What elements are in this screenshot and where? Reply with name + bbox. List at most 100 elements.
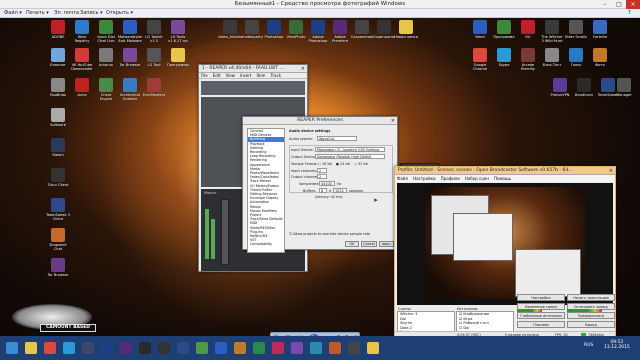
input-channels-field[interactable]: 2 xyxy=(317,168,327,173)
desktop-icon[interactable]: Программа xyxy=(492,20,516,48)
taskbar-app-icon[interactable] xyxy=(63,342,75,354)
desktop-icon[interactable]: Google Chrome xyxy=(468,48,492,76)
desktop-icon[interactable]: Wise Registry Cleaner xyxy=(70,20,94,48)
desktop-icon[interactable]: Пробник xyxy=(46,78,70,106)
obs-menu-scenes[interactable]: Набор сцен xyxy=(465,176,489,181)
obs-button[interactable]: Выход xyxy=(567,321,615,328)
obs-menu-settings[interactable]: Настройки xyxy=(413,176,436,181)
input-device-select[interactable]: Микрофон (2- Logitech G35 Gaming xyxy=(315,147,385,152)
desktop-icon[interactable]: Скриншоты xyxy=(372,20,396,48)
desktop-icon[interactable]: Fortnite xyxy=(588,20,612,48)
obs-button[interactable]: Настройки xyxy=(517,294,565,301)
desktop-icon[interactable]: Word xyxy=(468,20,492,48)
menu-file[interactable]: Файл ▾ xyxy=(4,10,22,16)
taskbar-app-icon[interactable] xyxy=(272,342,284,354)
desktop-icon[interactable]: Steam xyxy=(46,138,70,166)
clock[interactable]: 09:52 13.12.2015 xyxy=(604,340,630,350)
desktop-icon[interactable]: Elder Scrolls xyxy=(564,20,588,48)
master-fader[interactable] xyxy=(221,199,229,265)
buffer-size-field[interactable]: 1024 xyxy=(333,188,347,193)
desktop-icon[interactable]: Autorun xyxy=(94,48,118,76)
help-icon[interactable]: ? xyxy=(628,10,631,16)
desktop-icon[interactable]: Photoshop xyxy=(262,20,286,48)
menu-email[interactable]: Эл. почта xyxy=(54,10,79,16)
obs-button[interactable]: Начать трансляцию xyxy=(567,294,615,301)
desktop-icon[interactable]: Manager xyxy=(612,78,636,106)
desktop-icon[interactable]: Блокнот xyxy=(46,48,70,76)
desktop-icon[interactable]: TeamSpeak 3 Client xyxy=(46,198,70,226)
buffers-field[interactable]: 8 xyxy=(319,188,327,193)
format-24bit[interactable]: ● 24 bit xyxy=(336,162,350,166)
taskbar-app-icon[interactable] xyxy=(6,342,18,354)
taskbar-app-icon[interactable] xyxy=(177,342,189,354)
desktop-icon[interactable]: Сохранение xyxy=(350,20,374,48)
taskbar-app-icon[interactable] xyxy=(196,342,208,354)
reaper-menu-file[interactable]: File xyxy=(201,73,208,78)
desktop-icon[interactable]: Adobe Premiere xyxy=(328,20,352,48)
language-indicator[interactable]: RUS xyxy=(584,343,593,348)
close-icon[interactable]: × xyxy=(391,117,395,124)
desktop-icon[interactable]: Tor Browser xyxy=(118,48,142,76)
obs-preview[interactable] xyxy=(397,183,613,305)
preferences-tree-item[interactable]: Compatibility xyxy=(248,242,284,246)
menu-burn[interactable]: Запись ▾ xyxy=(80,10,103,16)
output-channels-field[interactable]: 2 xyxy=(317,174,327,179)
taskbar-app-icon[interactable] xyxy=(253,342,265,354)
desktop-icon[interactable]: 4K YouTube Downloader xyxy=(70,48,94,76)
close-button[interactable]: × xyxy=(626,0,640,9)
taskbar-app-icon[interactable] xyxy=(329,342,341,354)
minimize-button[interactable]: – xyxy=(598,0,612,9)
obs-button[interactable]: Плагины xyxy=(517,321,565,328)
reaper-menu-item[interactable]: Item xyxy=(256,73,265,78)
taskbar-app-icon[interactable] xyxy=(82,342,94,354)
desktop-icon[interactable]: Screenshot Grabber xyxy=(118,78,142,106)
preferences-tree[interactable]: General MIDI Devices Buffering Playback Seek… xyxy=(247,128,285,253)
desktop-icon[interactable]: RU xyxy=(516,20,540,48)
reaper-menu-insert[interactable]: Insert xyxy=(240,73,251,78)
output-device-select[interactable]: Динамики (Realtek High Definit xyxy=(315,154,385,159)
taskbar-app-icon[interactable] xyxy=(291,342,303,354)
desktop-icon[interactable]: Tukui Client xyxy=(46,168,70,196)
taskbar-app-icon[interactable] xyxy=(25,342,37,354)
desktop-icon[interactable]: Bandicam xyxy=(572,78,596,106)
desktop-icon[interactable]: Фото xyxy=(588,48,612,76)
obs-menu-help[interactable]: Помощь xyxy=(494,176,511,181)
desktop-icon[interactable]: Tor Browser xyxy=(46,258,70,286)
desktop-icon[interactable]: LG Toolkit v1.5 xyxy=(142,20,166,48)
desktop-icon[interactable]: Malwarebytes Anti-Malware xyxy=(118,20,142,48)
desktop-icon[interactable]: The Witcher 3 Wild Hunt xyxy=(540,20,564,48)
preferences-window[interactable]: REAPER Preferences × General MIDI Devices B… xyxy=(242,116,398,253)
reaper-menu-view[interactable]: View xyxy=(225,73,235,78)
taskbar-app-icon[interactable] xyxy=(310,342,322,354)
samplerate-field[interactable]: 44100 xyxy=(319,181,335,186)
desktop-icon[interactable]: LG Tool xyxy=(142,48,166,76)
desktop-icon[interactable]: ViewPhoto xyxy=(284,20,308,48)
taskbar-app-icon[interactable] xyxy=(367,342,379,354)
desktop-icon[interactable]: Новая папка xyxy=(394,20,418,48)
obs-menu-file[interactable]: Файл xyxy=(397,176,408,181)
desktop-icon[interactable]: LG Tools v1.6.17.rar xyxy=(166,20,190,48)
desktop-icon[interactable]: Skype xyxy=(492,48,516,76)
taskbar-app-icon[interactable] xyxy=(234,342,246,354)
ok-button[interactable]: OK xyxy=(345,241,359,247)
close-icon[interactable]: × xyxy=(301,65,305,72)
desktop-icon[interactable]: Dropshell Chat xyxy=(46,228,70,256)
desktop-icon[interactable]: EverMasters xyxy=(142,78,166,106)
desktop-icon[interactable]: Голос xyxy=(564,48,588,76)
menu-print[interactable]: Печать ▾ xyxy=(26,10,49,16)
desktop-icon[interactable]: ADOBE xyxy=(46,20,70,48)
desktop-icon[interactable]: Блок.Тест xyxy=(540,48,564,76)
desktop-icon[interactable]: ProtonVPN xyxy=(548,78,572,106)
taskbar-app-icon[interactable] xyxy=(215,342,227,354)
cancel-button[interactable]: Cancel xyxy=(361,241,377,247)
desktop-icon[interactable]: Avira xyxy=(70,78,94,106)
obs-menu-profiles[interactable]: Профили xyxy=(441,176,460,181)
close-icon[interactable]: × xyxy=(609,167,613,174)
taskbar-app-icon[interactable] xyxy=(139,342,151,354)
taskbar-app-icon[interactable] xyxy=(44,342,56,354)
source-item[interactable]: ☐ Dai xyxy=(457,326,513,331)
maximize-button[interactable]: □ xyxy=(612,0,626,9)
desktop-icon[interactable]: Cheat Engine xyxy=(94,78,118,106)
taskbar-app-icon[interactable] xyxy=(120,342,132,354)
taskbar-app-icon[interactable] xyxy=(158,342,170,354)
